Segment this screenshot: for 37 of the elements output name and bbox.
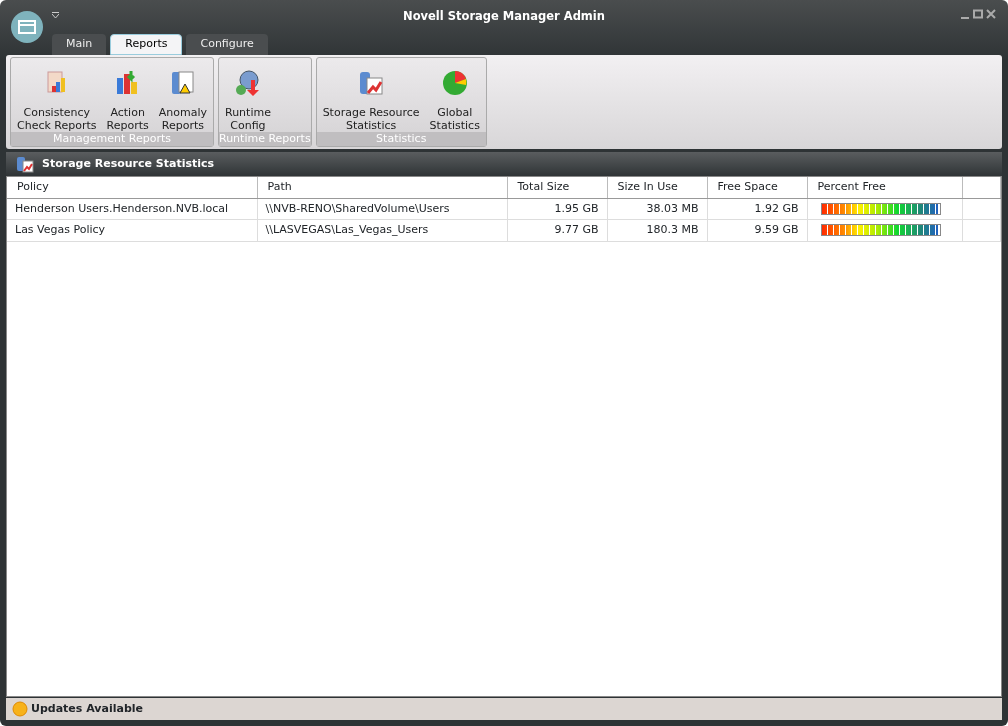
ribbon-group-title: Runtime Reports <box>219 132 311 146</box>
window-title: Novell Storage Manager Admin <box>403 9 605 24</box>
column-header[interactable]: Policy <box>7 177 257 198</box>
ribbon-button[interactable]: Anomaly Reports <box>156 58 209 132</box>
table-cell: Henderson Users.Henderson.NVB.local <box>7 198 257 220</box>
column-header[interactable]: Size In Use <box>607 177 707 198</box>
table-cell: 180.3 MB <box>607 219 707 241</box>
panel-title: Storage Resource Statistics <box>42 155 215 172</box>
ribbon-tab[interactable]: Reports <box>110 34 183 55</box>
column-header[interactable]: Percent Free <box>807 177 962 198</box>
maximize-icon[interactable] <box>973 8 983 20</box>
ribbon-button[interactable]: Consistency Check Reports <box>15 58 99 132</box>
app-logo-icon[interactable] <box>10 10 44 44</box>
table-cell: \\LASVEGAS\Las_Vegas_Users <box>257 219 507 241</box>
column-header[interactable]: Free Space <box>707 177 807 198</box>
ribbon-button[interactable]: Runtime Config <box>223 58 273 132</box>
ribbon-button[interactable]: Storage Resource Statistics <box>320 58 422 132</box>
ribbon-button[interactable]: Global Statistics <box>427 58 482 132</box>
table-cell: \\NVB-RENO\SharedVolume\Users <box>257 198 507 220</box>
table-cell: 1.95 GB <box>507 198 607 220</box>
table-cell: 9.77 GB <box>507 219 607 241</box>
quick-access-dropdown-icon[interactable] <box>52 12 59 18</box>
column-header[interactable]: Path <box>257 177 507 198</box>
status-text: Updates Available <box>31 700 143 717</box>
ribbon-tab[interactable]: Main <box>52 34 107 55</box>
ribbon-tab[interactable]: Configure <box>186 34 268 55</box>
ribbon-group-title: Management Reports <box>11 132 213 146</box>
ribbon-button[interactable]: Action Reports <box>104 58 151 132</box>
storage-statistics-icon <box>16 155 34 173</box>
table-cell: 1.92 GB <box>707 198 807 220</box>
table-cell: 9.59 GB <box>707 219 807 241</box>
table-cell: 38.03 MB <box>607 198 707 220</box>
column-header[interactable]: Total Size <box>507 177 607 198</box>
updates-icon <box>12 701 28 717</box>
table-cell: Las Vegas Policy <box>7 219 257 241</box>
ribbon-group-title: Statistics <box>316 132 486 146</box>
close-icon[interactable] <box>986 8 996 20</box>
